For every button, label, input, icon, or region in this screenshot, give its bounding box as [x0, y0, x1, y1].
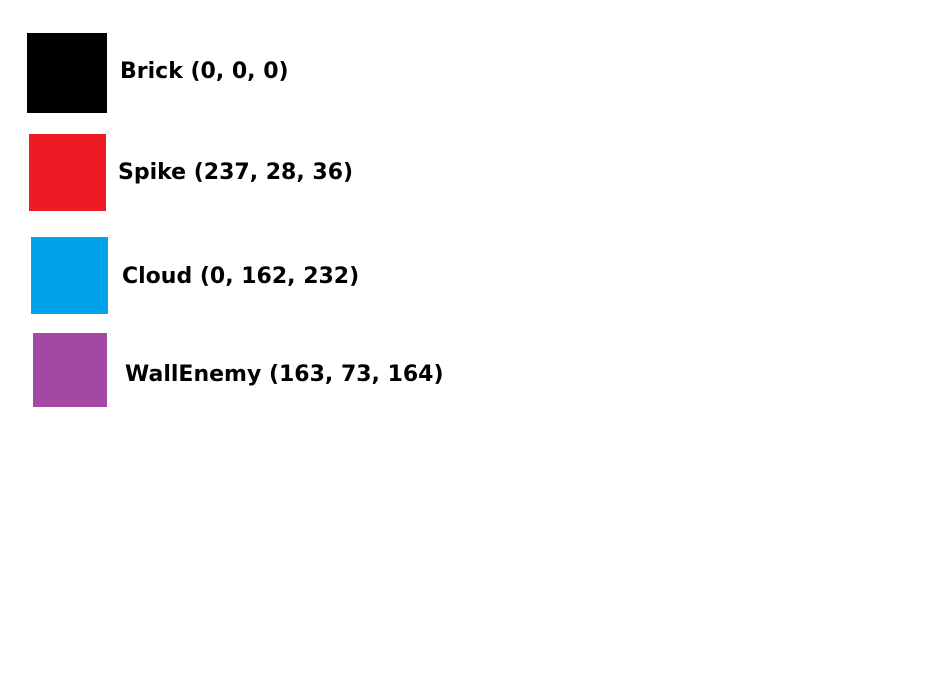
- cloud-label: Cloud (0, 162, 232): [122, 264, 360, 289]
- brick-label: Brick (0, 0, 0): [120, 59, 289, 84]
- cloud-color-swatch: [31, 237, 108, 314]
- wallenemy-color-swatch: [33, 333, 107, 407]
- spike-color-swatch: [29, 134, 106, 211]
- wallenemy-label: WallEnemy (163, 73, 164): [125, 362, 444, 387]
- brick-color-swatch: [27, 33, 107, 113]
- spike-label: Spike (237, 28, 36): [118, 160, 354, 185]
